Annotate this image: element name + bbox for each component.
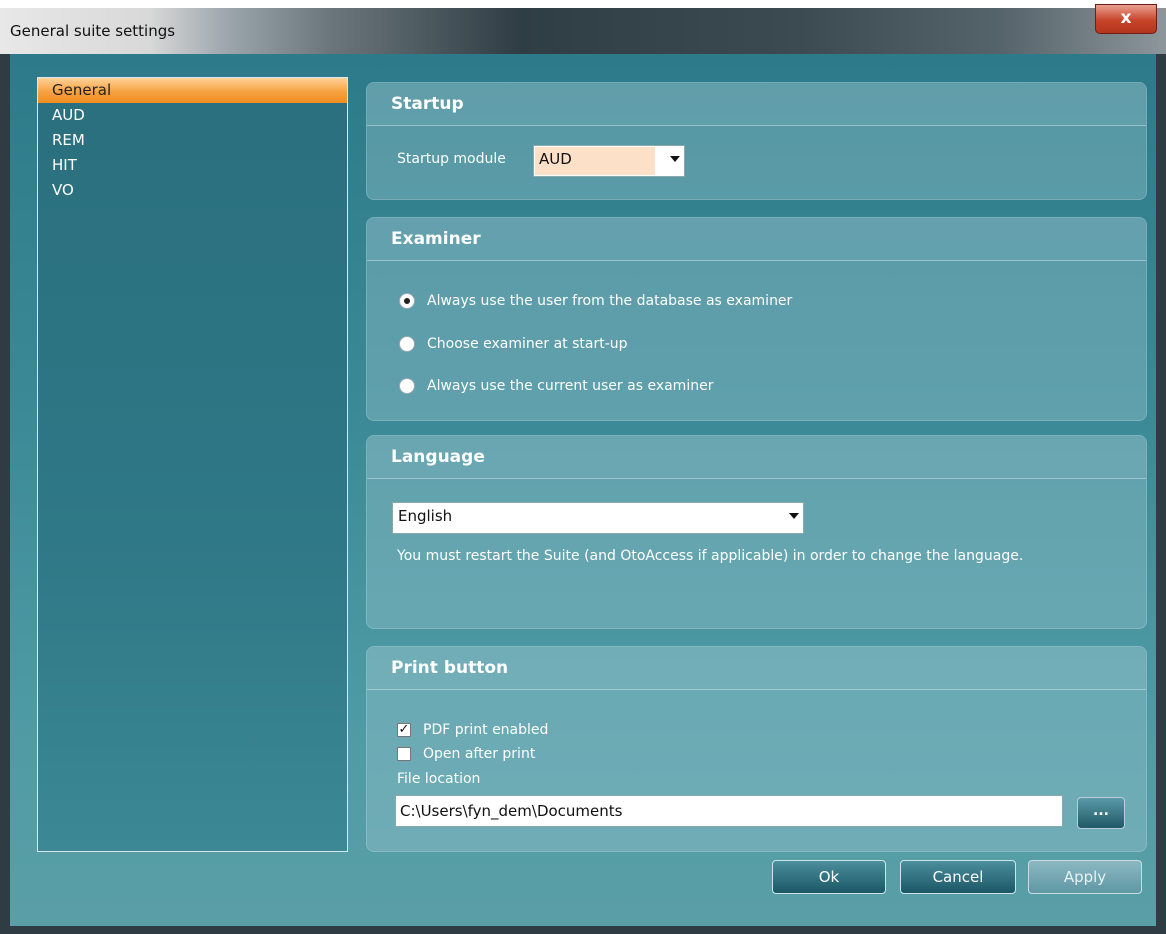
startup-module-value: AUD — [539, 150, 572, 168]
nav-item-general[interactable]: General — [38, 78, 347, 103]
ok-button[interactable]: Ok — [772, 860, 886, 894]
pdf-print-label: PDF print enabled — [423, 722, 549, 738]
apply-button[interactable]: Apply — [1028, 860, 1142, 894]
pdf-print-checkbox[interactable]: ✓ — [397, 723, 411, 737]
print-panel: Print button ✓ PDF print enabled Open af… — [366, 646, 1147, 852]
open-after-print-label: Open after print — [423, 746, 536, 762]
close-icon: x — [1120, 8, 1132, 28]
language-value: English — [398, 507, 453, 525]
language-panel: Language English You must restart the Su… — [366, 435, 1147, 629]
examiner-option-current-user[interactable]: Always use the current user as examiner — [399, 375, 713, 397]
print-header: Print button — [367, 647, 1146, 690]
window-title: General suite settings — [10, 22, 176, 40]
examiner-option-startup[interactable]: Choose examiner at start-up — [399, 333, 628, 355]
language-restart-note: You must restart the Suite (and OtoAcces… — [397, 548, 1024, 564]
chevron-down-icon — [789, 513, 799, 519]
nav-item-aud[interactable]: AUD — [38, 103, 347, 128]
file-location-input[interactable] — [395, 795, 1063, 827]
startup-module-select[interactable]: AUD — [533, 145, 685, 177]
examiner-header: Examiner — [367, 218, 1146, 261]
nav-item-rem[interactable]: REM — [38, 128, 347, 153]
cancel-button[interactable]: Cancel — [900, 860, 1016, 894]
radio-label: Always use the current user as examiner — [427, 378, 714, 394]
nav-item-hit[interactable]: HIT — [38, 153, 347, 178]
startup-header: Startup — [367, 83, 1146, 126]
settings-category-list: General AUD REM HIT VO — [37, 77, 348, 852]
radio-button[interactable] — [399, 293, 415, 309]
language-header: Language — [367, 436, 1146, 479]
examiner-option-database[interactable]: Always use the user from the database as… — [399, 290, 792, 312]
examiner-panel: Examiner Always use the user from the da… — [366, 217, 1147, 421]
nav-item-vo[interactable]: VO — [38, 178, 347, 203]
file-location-label: File location — [397, 771, 481, 787]
chevron-down-icon — [670, 156, 680, 162]
browse-button[interactable]: ... — [1077, 797, 1125, 829]
dialog-body: General AUD REM HIT VO Startup Startup m… — [10, 54, 1156, 926]
title-bar[interactable]: General suite settings x — [0, 4, 1166, 54]
open-after-print-checkbox[interactable] — [397, 747, 411, 761]
startup-module-label: Startup module — [397, 151, 506, 167]
settings-window: General suite settings x General AUD REM… — [0, 4, 1166, 934]
radio-label: Choose examiner at start-up — [427, 336, 628, 352]
radio-label: Always use the user from the database as… — [427, 293, 793, 309]
language-select[interactable]: English — [392, 502, 804, 534]
radio-button[interactable] — [399, 336, 415, 352]
open-after-print-option[interactable]: Open after print — [397, 744, 535, 764]
close-button[interactable]: x — [1095, 4, 1157, 34]
radio-button[interactable] — [399, 378, 415, 394]
pdf-print-option[interactable]: ✓ PDF print enabled — [397, 720, 548, 740]
startup-panel: Startup Startup module AUD — [366, 82, 1147, 200]
